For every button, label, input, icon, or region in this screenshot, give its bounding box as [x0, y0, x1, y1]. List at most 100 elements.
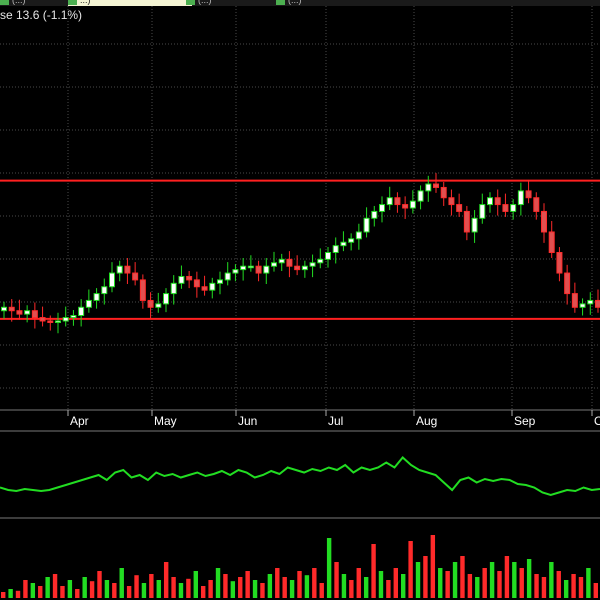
volume-bar: [75, 589, 80, 598]
candle-body: [271, 262, 277, 267]
volume-bar: [341, 574, 347, 598]
volume-bar: [15, 590, 21, 598]
candle-body: [186, 275, 193, 281]
volume-bar: [252, 580, 258, 598]
volume-bar: [563, 580, 569, 598]
candle-body: [379, 204, 385, 212]
x-tick-label: Apr: [70, 414, 89, 428]
x-tick-label: Sep: [514, 414, 536, 428]
volume-bar: [460, 556, 465, 598]
volume-bar: [45, 577, 50, 598]
candle-body: [317, 258, 324, 264]
volume-bar: [430, 535, 436, 598]
volume-bar: [504, 556, 510, 598]
candle-body: [24, 310, 31, 315]
volume-bar: [156, 580, 161, 598]
volume-bar: [556, 571, 561, 598]
candle-body: [294, 265, 301, 271]
volume-bar: [30, 583, 36, 598]
candle-body: [155, 303, 162, 308]
volume-bar: [363, 577, 369, 598]
candle-body: [371, 210, 378, 219]
candle-body: [147, 299, 154, 308]
candle-body: [163, 293, 169, 305]
volume-bar: [334, 562, 339, 598]
volume-bar: [149, 574, 154, 598]
candle-body: [232, 269, 239, 274]
candle-body: [332, 245, 339, 254]
candle-body: [70, 315, 77, 319]
candle-body: [209, 282, 216, 291]
volume-bar: [89, 581, 95, 598]
volume-bar: [126, 586, 132, 598]
candle-body: [571, 293, 578, 308]
candle-body: [595, 299, 600, 308]
candle-body: [564, 272, 571, 295]
volume-bar: [386, 580, 391, 598]
candle-body: [39, 317, 46, 322]
volume-bar: [186, 578, 191, 598]
candle-body: [510, 204, 517, 212]
candle-body: [479, 204, 486, 219]
x-tick-label: O: [594, 414, 600, 428]
volume-bar: [378, 571, 384, 598]
volume-bar: [467, 574, 473, 598]
candle-body: [255, 265, 262, 274]
candle-body: [440, 186, 447, 199]
volume-bar: [245, 571, 250, 598]
candle-body: [286, 258, 293, 267]
candle-body: [247, 265, 254, 269]
candle-body: [263, 265, 270, 274]
candle-body: [132, 272, 139, 281]
candle-body: [494, 197, 501, 206]
x-tick-label: Aug: [416, 414, 437, 428]
candle-body: [85, 299, 92, 308]
volume-bar: [82, 577, 87, 598]
candle-body: [62, 317, 69, 322]
volume-bar: [275, 568, 280, 598]
candle-body: [587, 299, 594, 305]
volume-bar: [452, 562, 458, 598]
candle-body: [240, 265, 247, 271]
volume-bar: [578, 577, 584, 598]
volume-panel: [1, 535, 598, 598]
volume-bar: [193, 571, 198, 598]
candle-body: [116, 265, 123, 274]
volume-bar: [571, 574, 576, 598]
candle-body: [78, 306, 85, 317]
candle-body: [278, 258, 285, 264]
volume-bar: [38, 586, 43, 598]
candle-body: [217, 279, 223, 284]
volume-bar: [356, 568, 361, 598]
candle-body: [109, 272, 115, 288]
volume-bar: [401, 574, 406, 598]
level-lines: [0, 179, 600, 320]
candlesticks: [1, 173, 600, 334]
volume-bar: [423, 556, 428, 598]
candle-body: [425, 183, 432, 192]
volume-bar: [304, 575, 310, 598]
candle-body: [301, 265, 308, 271]
candle-body: [402, 204, 409, 209]
volume-bar: [238, 577, 243, 598]
volume-bar: [393, 568, 398, 598]
candle-body: [178, 275, 185, 284]
volume-bar: [489, 562, 495, 598]
volume-bar: [282, 577, 287, 598]
volume-bar: [541, 577, 547, 598]
volume-bar: [519, 568, 524, 598]
volume-bar: [371, 544, 376, 598]
volume-bar: [297, 571, 302, 598]
volume-bar: [408, 541, 413, 598]
candle-body: [487, 197, 493, 206]
candle-body: [502, 204, 509, 212]
candle-body: [541, 210, 547, 233]
volume-bar: [1, 592, 6, 598]
candle-body: [363, 217, 370, 233]
candle-body: [456, 204, 463, 212]
candle-body: [448, 197, 455, 206]
candle-body: [101, 286, 108, 295]
candle-body: [409, 200, 416, 209]
volume-bar: [586, 568, 591, 598]
price-chart[interactable]: Apr May Jun Jul Aug Sep O: [0, 0, 600, 600]
